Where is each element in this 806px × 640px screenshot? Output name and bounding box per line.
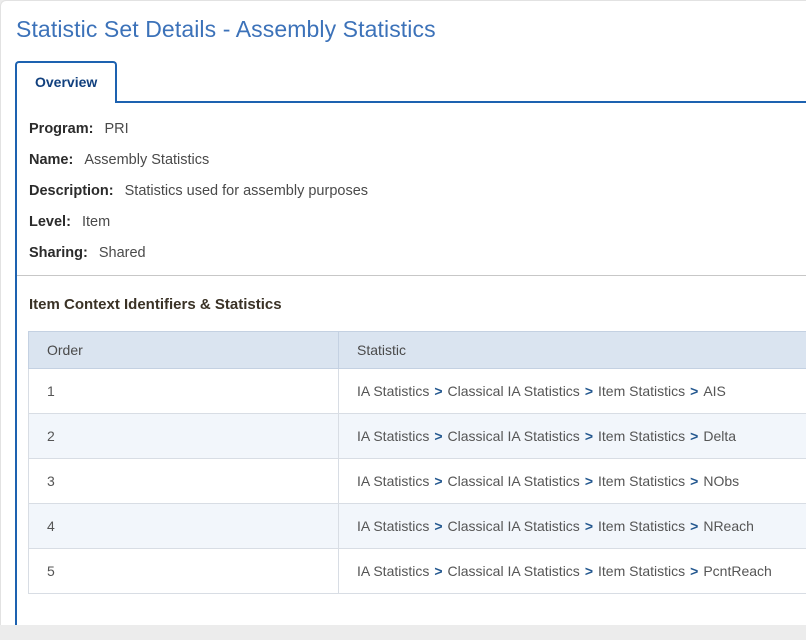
breadcrumb-segment: NObs (703, 473, 740, 489)
field-program-label: Program: (29, 121, 94, 137)
table-row[interactable]: 1 IA Statistics > Classical IA Statistics > I… (28, 368, 806, 414)
breadcrumb-segment: Classical IA Statistics (447, 518, 580, 534)
breadcrumb-segment: Classical IA Statistics (447, 473, 580, 489)
field-description: Description: Statistics used for assembl… (29, 176, 806, 207)
breadcrumb-separator-icon: > (434, 383, 443, 399)
field-sharing-value: Shared (98, 245, 146, 261)
field-description-label: Description: (29, 183, 114, 199)
field-level-label: Level: (29, 214, 71, 230)
cell-statistic-path: IA Statistics > Classical IA Statistics > It… (338, 413, 806, 459)
breadcrumb-segment: Item Statistics (598, 428, 686, 444)
breadcrumb-segment: IA Statistics (357, 473, 430, 489)
breadcrumb-segment: Delta (703, 428, 737, 444)
tab-panel-overview: Program: PRI Name: Assembly Statistics D… (15, 103, 806, 625)
breadcrumb-segment: Item Statistics (598, 473, 686, 489)
statistics-section: Item Context Identifiers & Statistics Or… (17, 276, 806, 594)
column-header-order[interactable]: Order (28, 331, 339, 369)
field-level-value: Item (81, 214, 111, 230)
field-sharing-label: Sharing: (29, 245, 88, 261)
breadcrumb-segment: IA Statistics (357, 563, 430, 579)
cell-statistic-path: IA Statistics > Classical IA Statistics > It… (338, 458, 806, 504)
cell-order: 3 (28, 458, 339, 504)
breadcrumb-separator-icon: > (584, 563, 593, 579)
statistics-table: Order Statistic 1 IA Statistics > Classical… (28, 331, 806, 594)
field-name-label: Name: (29, 152, 74, 168)
breadcrumb-segment: Item Statistics (598, 563, 686, 579)
detail-field-list: Program: PRI Name: Assembly Statistics D… (17, 103, 806, 269)
breadcrumb-separator-icon: > (690, 428, 699, 444)
cell-order: 1 (28, 368, 339, 414)
breadcrumb-separator-icon: > (584, 473, 593, 489)
table-row[interactable]: 5 IA Statistics > Classical IA Statistics > I… (28, 548, 806, 594)
breadcrumb-separator-icon: > (434, 563, 443, 579)
breadcrumb-separator-icon: > (434, 518, 443, 534)
field-name-value: Assembly Statistics (84, 152, 210, 168)
table-header-row: Order Statistic (28, 331, 806, 369)
breadcrumb-separator-icon: > (690, 473, 699, 489)
field-program-value: PRI (104, 121, 129, 137)
breadcrumb-separator-icon: > (434, 428, 443, 444)
field-level: Level: Item (29, 207, 806, 238)
breadcrumb-segment: IA Statistics (357, 383, 430, 399)
breadcrumb-segment: NReach (703, 518, 754, 534)
breadcrumb-separator-icon: > (690, 518, 699, 534)
column-header-statistic[interactable]: Statistic (338, 331, 806, 369)
breadcrumb-segment: IA Statistics (357, 518, 430, 534)
section-heading: Item Context Identifiers & Statistics (29, 296, 282, 313)
tab-overview-label: Overview (35, 74, 98, 90)
breadcrumb-separator-icon: > (584, 518, 593, 534)
field-name: Name: Assembly Statistics (29, 145, 806, 176)
field-description-value: Statistics used for assembly purposes (124, 183, 369, 199)
cell-statistic-path: IA Statistics > Classical IA Statistics > It… (338, 548, 806, 594)
cell-order: 4 (28, 503, 339, 549)
breadcrumb-segment: Classical IA Statistics (447, 428, 580, 444)
tab-overview[interactable]: Overview (15, 61, 118, 103)
breadcrumb-segment: Classical IA Statistics (447, 563, 580, 579)
application-card: Statistic Set Details - Assembly Statist… (0, 0, 806, 625)
field-program: Program: PRI (29, 114, 806, 145)
table-row[interactable]: 3 IA Statistics > Classical IA Statistics > I… (28, 458, 806, 504)
breadcrumb-separator-icon: > (434, 473, 443, 489)
breadcrumb-separator-icon: > (690, 563, 699, 579)
breadcrumb-segment: Classical IA Statistics (447, 383, 580, 399)
breadcrumb-separator-icon: > (584, 428, 593, 444)
cell-statistic-path: IA Statistics > Classical IA Statistics > It… (338, 368, 806, 414)
field-sharing: Sharing: Shared (29, 238, 806, 269)
statistics-table-body: 1 IA Statistics > Classical IA Statistics > I… (28, 368, 806, 594)
cell-order: 5 (28, 548, 339, 594)
page-title: Statistic Set Details - Assembly Statist… (16, 16, 436, 42)
table-row[interactable]: 2 IA Statistics > Classical IA Statistics > I… (28, 413, 806, 459)
breadcrumb-segment: Item Statistics (598, 518, 686, 534)
breadcrumb-segment: AIS (703, 383, 726, 399)
tab-strip: Overview (15, 61, 806, 103)
statistics-table-head: Order Statistic (28, 331, 806, 369)
table-row[interactable]: 4 IA Statistics > Classical IA Statistics > I… (28, 503, 806, 549)
breadcrumb-separator-icon: > (690, 383, 699, 399)
cell-order: 2 (28, 413, 339, 459)
cell-statistic-path: IA Statistics > Classical IA Statistics > It… (338, 503, 806, 549)
breadcrumb-segment: IA Statistics (357, 428, 430, 444)
breadcrumb-separator-icon: > (584, 383, 593, 399)
breadcrumb-segment: Item Statistics (598, 383, 686, 399)
breadcrumb-segment: PcntReach (703, 563, 772, 579)
